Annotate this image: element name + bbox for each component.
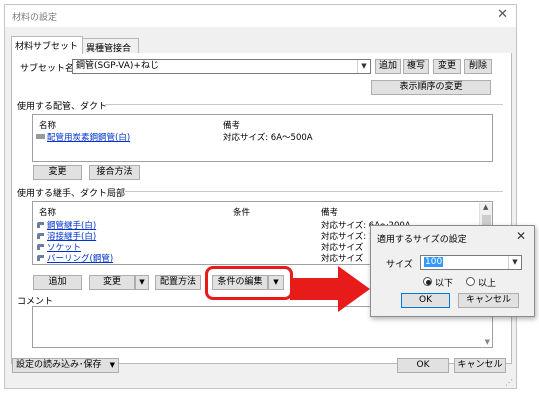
fittings-header-note: 備考 bbox=[321, 208, 339, 218]
title-bar: 材料の設定 ✕ bbox=[5, 5, 516, 27]
chevron-down-icon[interactable]: ▼ bbox=[357, 60, 370, 73]
subset-label: サブセット名 bbox=[20, 64, 75, 74]
size-setting-dialog: 適用するサイズの設定 ✕ サイズ 100 ▼ 以下 以上 OK キャンセル bbox=[370, 225, 535, 317]
subset-copy-button[interactable]: 複写 bbox=[403, 59, 429, 74]
settings-load-save-label: 設定の読み込み･保存 bbox=[16, 360, 102, 370]
pipe-change-button[interactable]: 変更 bbox=[33, 165, 82, 180]
fitting-change-dropdown[interactable]: ▼ bbox=[135, 275, 149, 290]
joint-method-button[interactable]: 接合方法 bbox=[89, 165, 140, 180]
cancel-button[interactable]: キャンセル bbox=[454, 358, 506, 373]
resize-grip-icon[interactable]: ⋰ bbox=[505, 378, 513, 387]
fittings-header-name: 名称 bbox=[39, 208, 57, 218]
pipes-section-divider bbox=[105, 104, 503, 105]
subset-change-button[interactable]: 変更 bbox=[433, 59, 461, 74]
display-order-button[interactable]: 表示順序の変更 bbox=[371, 80, 491, 95]
fittings-section-divider bbox=[125, 191, 503, 192]
ok-button[interactable]: OK bbox=[397, 358, 449, 373]
table-row[interactable]: 配管用炭素鋼鋼管(白) 対応サイズ: 6A～500A bbox=[35, 131, 490, 143]
socket-fitting-icon bbox=[36, 243, 45, 250]
settings-load-save-button[interactable]: 設定の読み込み･保存 ▼ bbox=[12, 358, 119, 373]
chevron-down-icon: ▼ bbox=[109, 361, 115, 369]
close-icon[interactable]: ✕ bbox=[516, 229, 526, 243]
pipes-section-title: 使用する配管、ダクト bbox=[17, 102, 108, 112]
fitting-note: 対応サイズ bbox=[321, 254, 364, 264]
subset-select[interactable]: 鋼管(SGP-VA)+ねじ ▼ bbox=[72, 59, 371, 74]
subset-delete-button[interactable]: 削除 bbox=[464, 59, 492, 74]
pipes-header-name: 名称 bbox=[39, 121, 57, 131]
pipe-name[interactable]: 配管用炭素鋼鋼管(白) bbox=[47, 131, 130, 143]
size-value: 100 bbox=[424, 257, 444, 267]
subset-value: 鋼管(SGP-VA)+ねじ bbox=[76, 61, 159, 71]
fitting-name[interactable]: バーリング(鋼管) bbox=[47, 252, 113, 264]
elbow-fitting-icon bbox=[36, 221, 45, 228]
burring-fitting-icon bbox=[36, 254, 45, 261]
close-icon[interactable]: ✕ bbox=[497, 8, 508, 22]
size-select[interactable]: 100 ▼ bbox=[420, 255, 522, 270]
radio-below-label: 以下 bbox=[435, 279, 454, 289]
window-title: 材料の設定 bbox=[12, 13, 58, 23]
fitting-add-button[interactable]: 追加 bbox=[33, 275, 82, 290]
radio-below[interactable] bbox=[423, 277, 432, 286]
highlight-frame bbox=[205, 266, 293, 300]
dialog-cancel-button[interactable]: キャンセル bbox=[458, 293, 519, 308]
tab-material-subset[interactable]: 材料サブセット bbox=[11, 36, 83, 54]
size-label: サイズ bbox=[386, 260, 413, 270]
elbow-fitting-icon bbox=[36, 232, 45, 239]
pipe-icon bbox=[36, 134, 45, 139]
radio-above[interactable] bbox=[466, 277, 475, 286]
tab-dissimilar-joint[interactable]: 異種管接合 bbox=[82, 38, 139, 54]
red-arrow-icon bbox=[290, 266, 370, 312]
subset-add-button[interactable]: 追加 bbox=[375, 59, 401, 74]
fitting-change-button[interactable]: 変更 bbox=[89, 275, 135, 290]
pipes-header-note: 備考 bbox=[223, 121, 241, 131]
pipe-note: 対応サイズ: 6A～500A bbox=[223, 133, 313, 143]
dialog-title: 適用するサイズの設定 bbox=[377, 235, 467, 245]
fittings-header-condition: 条件 bbox=[233, 208, 251, 218]
radio-above-label: 以上 bbox=[478, 279, 497, 289]
layout-method-button[interactable]: 配置方法 bbox=[155, 275, 201, 290]
dialog-ok-button[interactable]: OK bbox=[401, 293, 450, 308]
fittings-section-title: 使用する継手、ダクト局部 bbox=[17, 189, 126, 199]
chevron-down-icon[interactable]: ▼ bbox=[508, 256, 521, 269]
pipes-list[interactable]: 名称 備考 配管用炭素鋼鋼管(白) 対応サイズ: 6A～500A bbox=[32, 114, 493, 162]
scroll-up-icon[interactable]: ▲ bbox=[483, 203, 488, 211]
material-settings-window: 材料の設定 ✕ 材料サブセット 異種管接合 サブセット名 鋼管(SGP-VA)+… bbox=[4, 4, 517, 389]
chevron-down-icon: ▼ bbox=[139, 278, 145, 286]
scroll-down-icon[interactable]: ▼ bbox=[485, 338, 490, 346]
